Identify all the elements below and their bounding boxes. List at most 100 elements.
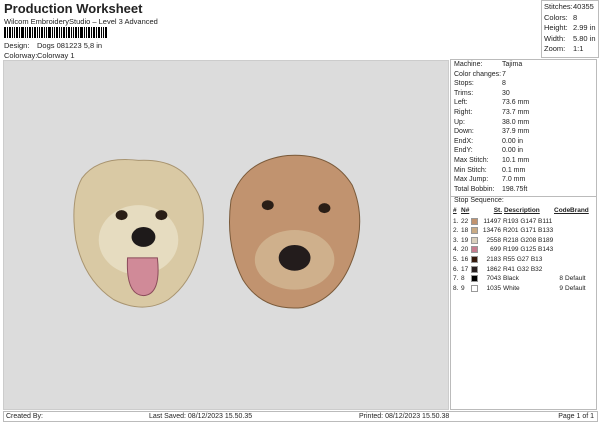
detail-label: Down: [454, 128, 474, 136]
barcode-bar [19, 27, 20, 38]
color-brand: Default [565, 284, 586, 292]
barcode-bar [12, 27, 13, 38]
barcode-bar [52, 27, 53, 38]
barcode-bar [75, 27, 77, 38]
barcode-bar [63, 27, 65, 38]
detail-row: Right: 73.7 mm [451, 109, 596, 119]
color-code: 9 [559, 284, 563, 292]
stop-row: 1. 22 11497 R193 G147 B111 [451, 216, 596, 226]
colorway-value: Colorway 1 [37, 51, 75, 60]
detail-label: Up: [454, 118, 465, 126]
stop-num: 3. [453, 236, 459, 244]
stat-label: Stitches: [544, 2, 573, 11]
detail-value: 0.00 in [502, 137, 524, 145]
barcode-bar [88, 27, 90, 38]
detail-label: EndX: [454, 137, 474, 145]
barcode-bar [84, 27, 85, 38]
barcode-bar [46, 27, 47, 38]
color-swatch [471, 265, 478, 273]
barcode-bar [14, 27, 15, 38]
stitch-count: 1862 [486, 265, 501, 273]
barcode-bar [32, 27, 33, 38]
stop-row: 4. 20 699 R199 G125 B143 [451, 245, 596, 255]
barcode-bar [9, 27, 11, 38]
stop-num: 7. [453, 275, 459, 283]
colorway-label: Colorway: [4, 51, 38, 60]
barcode-bar [48, 27, 51, 38]
color-swatch [471, 275, 478, 283]
stitch-count: 7043 [486, 275, 501, 283]
needle-num: 18 [461, 227, 469, 235]
needle-num: 20 [461, 246, 469, 254]
detail-label: Stops: [454, 80, 474, 88]
detail-value: Tajima [502, 61, 523, 68]
detail-row: EndX: 0.00 in [451, 138, 596, 148]
detail-label: Color changes: [454, 70, 502, 78]
needle-num: 17 [461, 265, 469, 273]
right-dog-embroidery [229, 154, 361, 309]
color-swatch [471, 255, 478, 263]
barcode-bar [86, 27, 87, 38]
color-description: R41 G32 B32 [503, 265, 543, 273]
color-description: R218 G208 B189 [503, 236, 554, 244]
stitch-count: 1035 [486, 284, 501, 292]
barcode-bar [78, 27, 79, 38]
detail-value: 7.0 mm [502, 176, 526, 184]
barcode-bar [41, 27, 43, 38]
detail-row: Left: 73.6 mm [451, 99, 596, 109]
detail-row: EndY: 0.00 in [451, 147, 596, 157]
stop-row: 7. 8 7043 Black 8 Default [451, 274, 596, 284]
color-description: Black [503, 275, 519, 283]
created-by: Created By: [6, 413, 43, 420]
printed: Printed: 08/12/2023 15.50.38 [359, 413, 450, 420]
color-swatch [471, 217, 478, 225]
stat-value: 2.99 in [573, 23, 596, 32]
col-st: St. [493, 207, 502, 215]
stat-value: 5.80 in [573, 33, 596, 43]
needle-num: 8 [461, 275, 465, 283]
stitch-count: 2558 [486, 236, 501, 244]
detail-row: Up: 38.0 mm [451, 119, 596, 129]
stop-row: 5. 16 2183 R55 G27 B13 [451, 255, 596, 265]
barcode-bar [71, 27, 72, 38]
stat-row: Height: 2.99 in [544, 23, 596, 34]
detail-value: 0.1 mm [502, 166, 526, 174]
detail-row: Down: 37.9 mm [451, 128, 596, 138]
stitch-count: 2183 [486, 255, 501, 263]
barcode [4, 27, 146, 38]
barcode-bar [4, 27, 6, 38]
stop-sequence-title: Stop Sequence: [451, 196, 596, 207]
stop-num: 6. [453, 265, 459, 273]
detail-row: Max Jump: 7.0 mm [451, 176, 596, 186]
barcode-bar [39, 27, 40, 38]
barcode-bar [103, 27, 104, 38]
barcode-bar [61, 27, 62, 38]
detail-value: 198.75ft [502, 185, 528, 193]
stop-num: 8. [453, 284, 459, 292]
barcode-bar [37, 27, 38, 38]
stat-value: 8 [573, 12, 578, 22]
barcode-bar [93, 27, 95, 38]
detail-label: Max Stitch: [454, 156, 489, 164]
barcode-bar [56, 27, 58, 38]
detail-value: 10.1 mm [502, 156, 530, 164]
color-description: White [503, 284, 520, 292]
stop-row: 8. 9 1035 White 9 Default [451, 283, 596, 293]
detail-value: 38.0 mm [502, 118, 530, 126]
barcode-bar [21, 27, 24, 38]
detail-row: Max Stitch: 10.1 mm [451, 157, 596, 167]
barcode-bar [29, 27, 31, 38]
page-number: Page 1 of 1 [558, 413, 594, 420]
detail-label: Right: [454, 108, 473, 116]
detail-row: Machine: Tajima [451, 61, 596, 71]
detail-value: 73.6 mm [502, 99, 530, 107]
design-value: Dogs 081223 5,8 in [37, 41, 103, 50]
barcode-bar [66, 27, 67, 38]
detail-row: Color changes: 7 [451, 71, 596, 81]
col-num: # [453, 207, 457, 215]
color-description: R201 G171 B133 [503, 227, 554, 235]
stitch-count: 13476 [482, 227, 501, 235]
barcode-bar [91, 27, 92, 38]
footer: Created By: Last Saved: 08/12/2023 15.50… [3, 411, 598, 422]
page-title: Production Worksheet [4, 1, 143, 16]
